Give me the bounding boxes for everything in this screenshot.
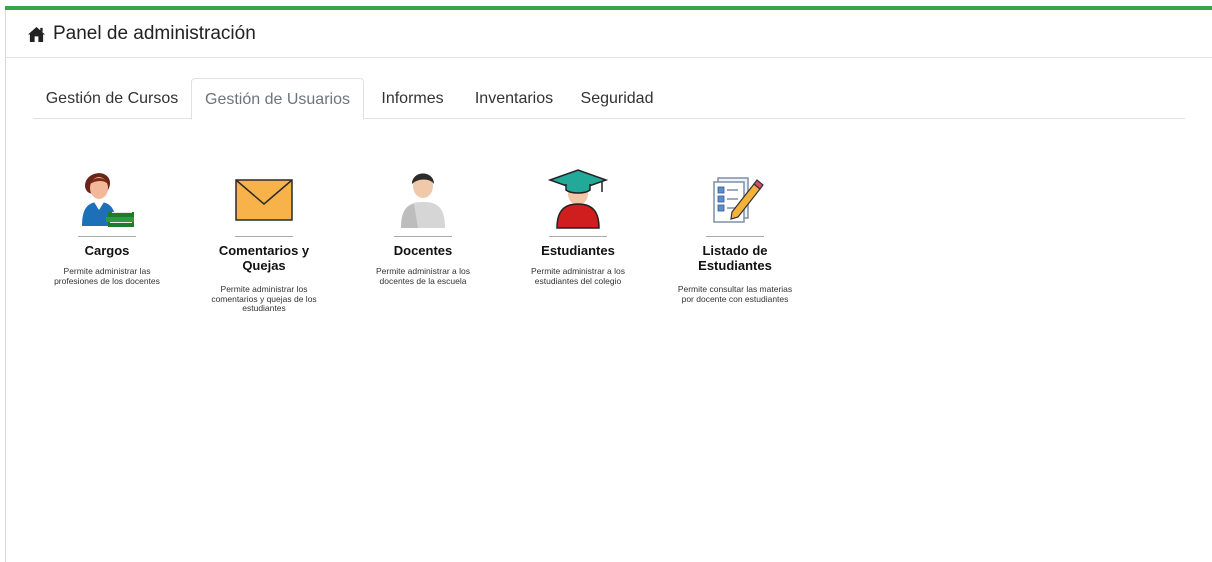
module-description: Permite consultar las materias por docen… bbox=[677, 284, 793, 304]
tile-divider bbox=[549, 236, 607, 237]
top-spacer bbox=[0, 0, 1212, 5]
checklist-icon bbox=[713, 177, 764, 223]
tile-divider bbox=[706, 236, 764, 237]
teacher-books-icon bbox=[82, 173, 134, 227]
module-title: Estudiantes bbox=[541, 243, 615, 258]
panel-header: Panel de administración bbox=[6, 10, 1212, 58]
home-icon bbox=[28, 26, 45, 43]
module-title: Comentarios y Quejas bbox=[218, 243, 310, 273]
envelope-icon bbox=[235, 179, 293, 221]
tab-gestion-cursos[interactable]: Gestión de Cursos bbox=[33, 78, 191, 119]
tile-divider bbox=[235, 236, 293, 237]
tab-inventarios[interactable]: Inventarios bbox=[461, 78, 567, 119]
page-title: Panel de administración bbox=[53, 23, 256, 44]
module-description: Permite administrar a los docentes de la… bbox=[375, 266, 470, 286]
module-tile-estudiantes[interactable]: Estudiantes Permite administrar a los es… bbox=[515, 160, 641, 300]
module-title: Cargos bbox=[84, 243, 130, 258]
tab-informes[interactable]: Informes bbox=[364, 78, 461, 119]
module-description: Permite administrar los comentarios y qu… bbox=[211, 284, 317, 313]
module-description: Permite administrar a los estudiantes de… bbox=[530, 266, 625, 286]
panel-left-border bbox=[5, 10, 6, 562]
tab-gestion-usuarios[interactable]: Gestión de Usuarios bbox=[191, 78, 364, 120]
user-icon bbox=[401, 173, 445, 228]
module-tile-docentes[interactable]: Docentes Permite administrar a los docen… bbox=[360, 160, 486, 300]
graduate-icon bbox=[547, 169, 609, 229]
module-title: Docentes bbox=[393, 243, 453, 258]
tab-bar: Gestión de Cursos Gestión de Usuarios In… bbox=[33, 78, 1185, 120]
module-tile-cargos[interactable]: Cargos Permite administrar las profesion… bbox=[44, 160, 170, 300]
tile-divider bbox=[78, 236, 136, 237]
module-tile-listado-estudiantes[interactable]: Listado de Estudiantes Permite consultar… bbox=[672, 160, 798, 320]
module-tile-comentarios[interactable]: Comentarios y Quejas Permite administrar… bbox=[202, 160, 326, 320]
tile-divider bbox=[394, 236, 452, 237]
module-description: Permite administrar las profesiones de l… bbox=[54, 266, 160, 286]
module-title: Listado de Estudiantes bbox=[698, 243, 772, 273]
tab-seguridad[interactable]: Seguridad bbox=[567, 78, 667, 119]
